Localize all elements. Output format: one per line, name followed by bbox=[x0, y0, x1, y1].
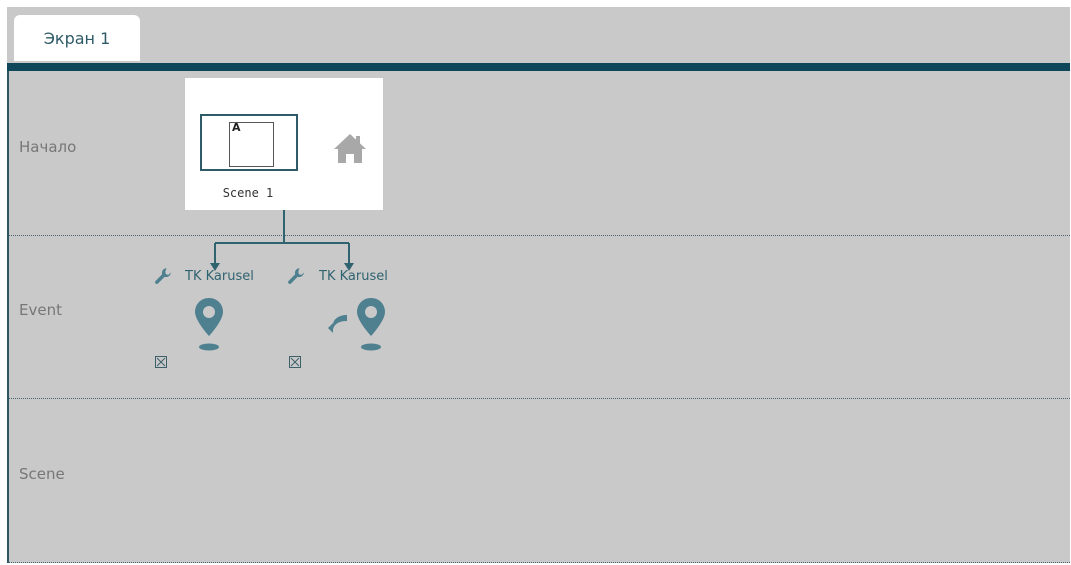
scene-card[interactable]: A Scene 1 bbox=[185, 78, 383, 210]
scene-thumbnail-letter: A bbox=[232, 121, 241, 134]
wrench-icon[interactable] bbox=[154, 267, 172, 285]
scene-thumbnail: A bbox=[200, 114, 298, 171]
map-pin-icon[interactable] bbox=[193, 296, 225, 354]
event-label[interactable]: TK Karusel bbox=[319, 269, 388, 284]
checkbox-x-icon[interactable] bbox=[289, 356, 301, 368]
flow-editor: Экран 1 Начало Event Scene A Scene 1 TK … bbox=[7, 7, 1070, 563]
return-arrow-icon bbox=[328, 315, 347, 333]
event-connector bbox=[210, 210, 354, 271]
scene-thumbnail-frame: A bbox=[229, 121, 274, 167]
scene-name: Scene 1 bbox=[222, 186, 274, 200]
map-pin-return-icon[interactable] bbox=[355, 296, 387, 354]
home-icon[interactable] bbox=[333, 132, 367, 164]
event-label[interactable]: TK Karusel bbox=[185, 269, 254, 284]
wrench-icon[interactable] bbox=[287, 267, 305, 285]
checkbox-x-icon[interactable] bbox=[155, 356, 167, 368]
